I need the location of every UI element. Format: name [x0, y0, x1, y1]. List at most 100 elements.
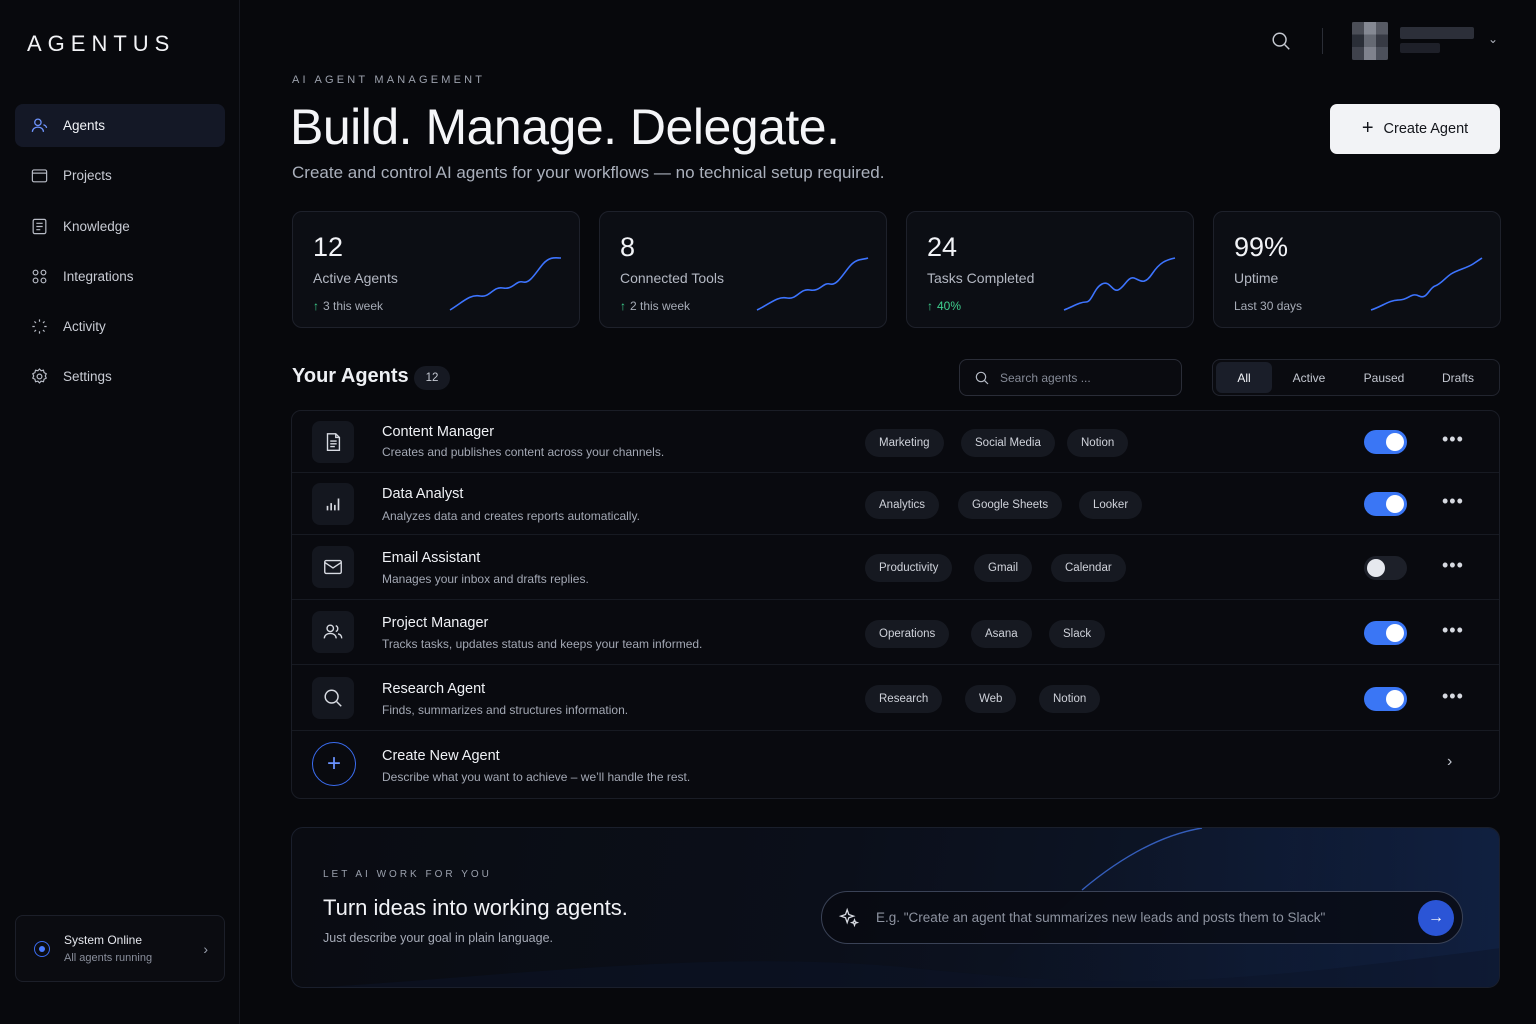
arrow-up-icon: ↑: [620, 299, 626, 313]
sidebar-item-label: Activity: [63, 319, 106, 335]
stat-sub: ↑ 40%: [927, 299, 962, 313]
filter-active[interactable]: Active: [1272, 362, 1346, 393]
sidebar-item-agents[interactable]: Agents: [15, 104, 225, 147]
stat-label: Uptime: [1234, 270, 1279, 286]
agent-row-data-analyst[interactable]: Data Analyst Analyzes data and creates r…: [292, 473, 1499, 535]
search-agents-box[interactable]: [959, 359, 1182, 396]
stat-card-tasks-completed: 24 Tasks Completed ↑ 40%: [906, 211, 1194, 328]
agent-tag: Slack: [1049, 620, 1106, 648]
send-button[interactable]: →: [1418, 899, 1454, 936]
search-icon: [312, 677, 354, 719]
system-status-card[interactable]: System Online All agents running ›: [15, 915, 225, 982]
sidebar-item-label: Agents: [63, 118, 106, 133]
create-new-title: Create New Agent: [382, 748, 500, 764]
chevron-down-icon[interactable]: ⌄: [1488, 32, 1498, 46]
sidebar-item-label: Projects: [63, 168, 112, 184]
stat-label: Tasks Completed: [927, 270, 1035, 286]
stat-card-active-agents: 12 Active Agents ↑ 3 this week: [292, 211, 580, 328]
agent-description: Finds, summarizes and structures informa…: [382, 703, 629, 717]
plus-circle-icon: +: [312, 742, 356, 786]
sidebar-item-settings[interactable]: Settings: [15, 355, 225, 398]
agent-tag: Operations: [865, 620, 950, 648]
more-options-icon[interactable]: •••: [1442, 620, 1464, 641]
sidebar-item-label: Integrations: [63, 268, 134, 284]
agent-prompt-box[interactable]: →: [821, 891, 1463, 944]
agent-row-project-manager[interactable]: Project Manager Tracks tasks, updates st…: [292, 600, 1499, 665]
agent-toggle[interactable]: [1364, 430, 1407, 454]
sidebar-item-integrations[interactable]: Integrations: [15, 255, 225, 298]
stat-card-uptime: 99% Uptime Last 30 days: [1213, 211, 1501, 328]
agent-row-research-agent[interactable]: Research Agent Finds, summarizes and str…: [292, 665, 1499, 731]
status-title: System Online: [64, 933, 143, 947]
document-icon: [312, 421, 354, 463]
agent-description: Manages your inbox and drafts replies.: [382, 572, 589, 586]
arrow-up-icon: ↑: [313, 299, 319, 313]
agent-name: Email Assistant: [382, 550, 481, 566]
agent-name: Content Manager: [382, 424, 495, 440]
more-options-icon[interactable]: •••: [1442, 555, 1464, 576]
filter-segmented-control: All Active Paused Drafts: [1212, 359, 1500, 396]
sparkline: [1063, 257, 1176, 311]
filter-drafts[interactable]: Drafts: [1422, 362, 1494, 393]
search-icon: [975, 371, 989, 384]
banner-title: Turn ideas into working agents.: [323, 895, 628, 920]
create-agent-button[interactable]: + Create Agent: [1330, 104, 1500, 154]
agent-name: Research Agent: [382, 681, 486, 697]
sidebar-item-activity[interactable]: Activity: [15, 305, 225, 348]
stat-value: 99%: [1234, 232, 1289, 262]
agent-toggle[interactable]: [1364, 687, 1407, 711]
agent-description: Analyzes data and creates reports automa…: [382, 509, 640, 523]
user-name-redacted: [1400, 27, 1474, 39]
book-icon: [29, 216, 49, 236]
agent-toggle[interactable]: [1364, 492, 1407, 516]
sparkline: [756, 257, 869, 311]
arrow-right-icon: →: [1428, 908, 1444, 926]
agent-toggle[interactable]: [1364, 556, 1407, 580]
create-new-description: Describe what you want to achieve – we’l…: [382, 770, 691, 784]
gear-icon: [29, 367, 49, 387]
agents-list: Content Manager Creates and publishes co…: [291, 410, 1500, 799]
sidebar-item-projects[interactable]: Projects: [15, 154, 225, 197]
users-icon: [312, 611, 354, 653]
sidebar-item-label: Knowledge: [63, 218, 130, 234]
agent-tag: Gmail: [974, 554, 1033, 582]
chevron-right-icon: ›: [1447, 753, 1453, 770]
stat-value: 24: [927, 232, 958, 262]
agent-tag: Asana: [971, 620, 1032, 648]
agent-name: Project Manager: [382, 615, 489, 631]
agent-tag: Notion: [1067, 429, 1129, 457]
agent-row-email-assistant[interactable]: Email Assistant Manages your inbox and d…: [292, 535, 1499, 600]
agent-name: Data Analyst: [382, 486, 464, 502]
agent-prompt-input[interactable]: [876, 910, 1418, 925]
stat-label: Active Agents: [313, 270, 398, 286]
agent-tag: Calendar: [1051, 554, 1126, 582]
agent-description: Tracks tasks, updates status and keeps y…: [382, 637, 703, 651]
agent-tag: Marketing: [865, 429, 944, 457]
stat-sub: ↑ 3 this week: [313, 299, 384, 313]
activity-icon: [29, 317, 49, 337]
search-icon[interactable]: [1270, 30, 1292, 52]
more-options-icon[interactable]: •••: [1442, 491, 1464, 512]
grid-icon: [29, 266, 49, 286]
bar-chart-icon: [312, 483, 354, 525]
agent-tag: Web: [965, 685, 1017, 713]
agent-tag: Research: [865, 685, 943, 713]
avatar[interactable]: [1352, 22, 1388, 60]
agent-description: Creates and publishes content across you…: [382, 445, 665, 459]
stat-sub: Last 30 days: [1234, 299, 1303, 313]
agent-toggle[interactable]: [1364, 621, 1407, 645]
create-new-agent-row[interactable]: + Create New Agent Describe what you wan…: [292, 731, 1499, 799]
page-subtitle: Create and control AI agents for your wo…: [292, 163, 885, 182]
filter-all[interactable]: All: [1216, 362, 1272, 393]
agent-tag: Social Media: [961, 429, 1055, 457]
more-options-icon[interactable]: •••: [1442, 686, 1464, 707]
search-agents-input[interactable]: [1000, 370, 1170, 385]
more-options-icon[interactable]: •••: [1442, 429, 1464, 450]
agent-row-content-manager[interactable]: Content Manager Creates and publishes co…: [292, 411, 1499, 473]
filter-paused[interactable]: Paused: [1346, 362, 1422, 393]
agent-tag: Analytics: [865, 491, 940, 519]
stat-card-connected-tools: 8 Connected Tools ↑ 2 this week: [599, 211, 887, 328]
sidebar-item-knowledge[interactable]: Knowledge: [15, 205, 225, 248]
mail-icon: [312, 546, 354, 588]
sparkline: [449, 256, 562, 311]
